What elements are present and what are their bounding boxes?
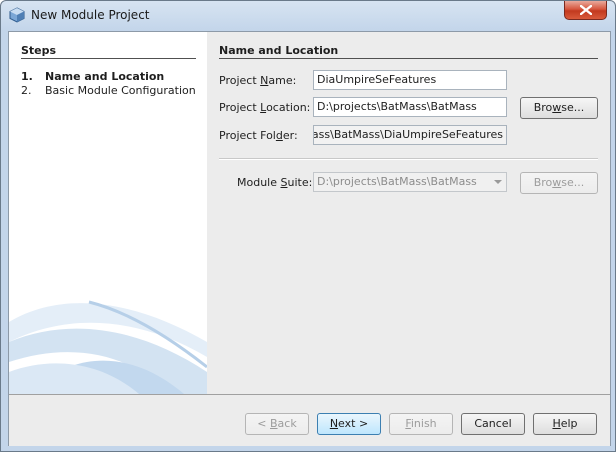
- step-label: Name and Location: [45, 70, 165, 83]
- dialog-window: New Module Project Steps 1. Name and Loca…: [0, 0, 616, 452]
- step-item-basic-module-configuration: 2. Basic Module Configuration: [21, 84, 196, 97]
- wizard-swirl-graphic: [9, 300, 207, 394]
- project-location-label: Project Location:: [219, 101, 311, 114]
- project-name-input[interactable]: DiaUmpireSeFeatures: [313, 70, 507, 90]
- module-suite-label: Module Suite:: [237, 176, 313, 189]
- project-folder-label: Project Folder:: [219, 129, 298, 142]
- steps-panel: Steps 1. Name and Location 2. Basic Module…: [9, 32, 207, 394]
- cancel-button[interactable]: Cancel: [461, 413, 525, 435]
- step-number: 2.: [21, 84, 32, 97]
- section-title: Name and Location: [219, 44, 339, 57]
- chevron-down-icon: [494, 180, 502, 184]
- window-title: New Module Project: [31, 8, 150, 22]
- browse-location-button[interactable]: Browse...: [520, 97, 598, 119]
- form-panel: Name and Location Project Name: DiaUmpir…: [207, 32, 610, 394]
- module-suite-value: D:\projects\BatMass\BatMass: [317, 175, 477, 188]
- module-suite-combo[interactable]: D:\projects\BatMass\BatMass: [313, 172, 507, 192]
- steps-title: Steps: [21, 44, 57, 57]
- form-divider: [219, 158, 598, 160]
- step-item-name-and-location: 1. Name and Location: [21, 70, 164, 83]
- help-button[interactable]: Help: [533, 413, 597, 435]
- finish-button[interactable]: Finish: [389, 413, 453, 435]
- title-bar[interactable]: New Module Project: [1, 1, 615, 30]
- browse-suite-button[interactable]: Browse...: [520, 172, 598, 194]
- close-button[interactable]: [564, 1, 607, 20]
- netbeans-cube-icon: [9, 7, 25, 23]
- next-button[interactable]: Next >: [317, 413, 381, 435]
- project-name-label: Project Name:: [219, 74, 297, 87]
- project-folder-input[interactable]: D:\projects\BatMass\BatMass\DiaUmpireSeF…: [313, 125, 507, 145]
- button-bar: < Back Next > Finish Cancel Help: [9, 394, 610, 446]
- step-label: Basic Module Configuration: [45, 84, 196, 97]
- back-button[interactable]: < Back: [245, 413, 309, 435]
- step-number: 1.: [21, 70, 33, 83]
- steps-divider: [21, 58, 196, 59]
- project-location-input[interactable]: D:\projects\BatMass\BatMass: [313, 97, 507, 117]
- section-divider: [219, 58, 598, 59]
- close-icon: [580, 5, 592, 15]
- dialog-body: Steps 1. Name and Location 2. Basic Module…: [8, 31, 611, 446]
